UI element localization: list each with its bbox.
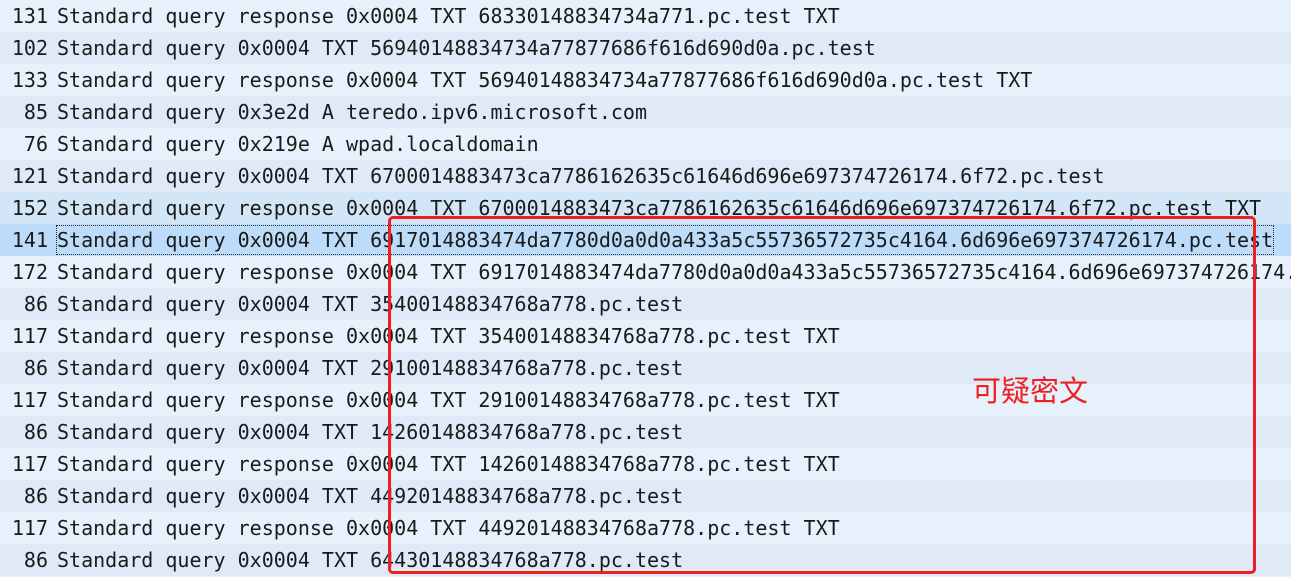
packet-list[interactable]: 131 Standard query response 0x0004 TXT 68… — [0, 0, 1291, 577]
packet-info: Standard query 0x3e2d A teredo.ipv6.micr… — [57, 100, 648, 124]
packet-row[interactable]: 133 Standard query response 0x0004 TXT 56… — [0, 64, 1291, 96]
packet-info: Standard query 0x0004 TXT 6700014883473c… — [57, 164, 1105, 188]
packet-row[interactable]: 172 Standard query response 0x0004 TXT 69… — [0, 256, 1291, 288]
packet-row[interactable]: 117 Standard query response 0x0004 TXT 35… — [0, 320, 1291, 352]
packet-length: 117 — [11, 388, 48, 412]
packet-info: Standard query response 0x0004 TXT 68330… — [57, 4, 840, 28]
packet-info: Standard query response 0x0004 TXT 44920… — [57, 516, 840, 540]
packet-length: 76 — [23, 132, 48, 156]
packet-info: Standard query 0x0004 TXT 35400148834768… — [57, 292, 684, 316]
packet-row[interactable]: 86 Standard query 0x0004 TXT 449201488347… — [0, 480, 1291, 512]
packet-length: 117 — [11, 516, 48, 540]
packet-info: Standard query response 0x0004 TXT 14260… — [57, 452, 840, 476]
packet-row[interactable]: 86 Standard query 0x0004 TXT 291001488347… — [0, 352, 1291, 384]
packet-row[interactable]: 102 Standard query 0x0004 TXT 56940148834… — [0, 32, 1291, 64]
packet-row[interactable]: 152 Standard query response 0x0004 TXT 67… — [0, 192, 1291, 224]
packet-length: 85 — [23, 100, 48, 124]
packet-row[interactable]: 86 Standard query 0x0004 TXT 354001488347… — [0, 288, 1291, 320]
packet-info: Standard query 0x0004 TXT 14260148834768… — [57, 420, 684, 444]
packet-row[interactable]: 117 Standard query response 0x0004 TXT 14… — [0, 448, 1291, 480]
packet-row[interactable]: 85 Standard query 0x3e2d A teredo.ipv6.mi… — [0, 96, 1291, 128]
packet-info: Standard query 0x0004 TXT 44920148834768… — [57, 484, 684, 508]
packet-row[interactable]: 117 Standard query response 0x0004 TXT 44… — [0, 512, 1291, 544]
packet-info: Standard query response 0x0004 TXT 35400… — [57, 324, 840, 348]
packet-row[interactable]: 86 Standard query 0x0004 TXT 142601488347… — [0, 416, 1291, 448]
annotation-label: 可疑密文 — [972, 374, 1089, 408]
packet-length: 152 — [11, 196, 48, 220]
packet-length: 133 — [11, 68, 48, 92]
packet-row[interactable]: 86 Standard query 0x0004 TXT 644301488347… — [0, 544, 1291, 576]
packet-length: 86 — [23, 420, 48, 444]
packet-row[interactable]: 117 Standard query response 0x0004 TXT 29… — [0, 384, 1291, 416]
packet-length: 86 — [23, 292, 48, 316]
packet-length: 121 — [11, 164, 48, 188]
packet-row[interactable]: 131 Standard query response 0x0004 TXT 68… — [0, 0, 1291, 32]
packet-row[interactable]: 121 Standard query 0x0004 TXT 67000148834… — [0, 160, 1291, 192]
packet-info: Standard query response 0x0004 TXT 56940… — [57, 68, 1033, 92]
packet-info: Standard query 0x0004 TXT 6917014883474d… — [55, 224, 1275, 256]
packet-info: Standard query 0x0004 TXT 29100148834768… — [57, 356, 684, 380]
packet-length: 86 — [23, 356, 48, 380]
packet-length: 172 — [11, 260, 48, 284]
packet-row[interactable]: 141 Standard query 0x0004 TXT 69170148834… — [0, 224, 1291, 256]
packet-length: 131 — [11, 4, 48, 28]
packet-info: Standard query response 0x0004 TXT 67000… — [57, 196, 1262, 220]
packet-info: Standard query 0x219e A wpad.localdomain — [57, 132, 539, 156]
packet-length: 117 — [11, 452, 48, 476]
packet-info: Standard query response 0x0004 TXT 29100… — [57, 388, 840, 412]
packet-info: Standard query 0x0004 TXT 56940148834734… — [57, 36, 876, 60]
packet-length: 86 — [23, 484, 48, 508]
packet-info: Standard query response 0x0004 TXT 69170… — [57, 260, 1291, 284]
packet-row[interactable]: 76 Standard query 0x219e A wpad.localdoma… — [0, 128, 1291, 160]
packet-length: 141 — [11, 228, 48, 252]
packet-length: 102 — [11, 36, 48, 60]
packet-info: Standard query 0x0004 TXT 64430148834768… — [57, 548, 684, 572]
packet-length: 117 — [11, 324, 48, 348]
packet-length: 86 — [23, 548, 48, 572]
